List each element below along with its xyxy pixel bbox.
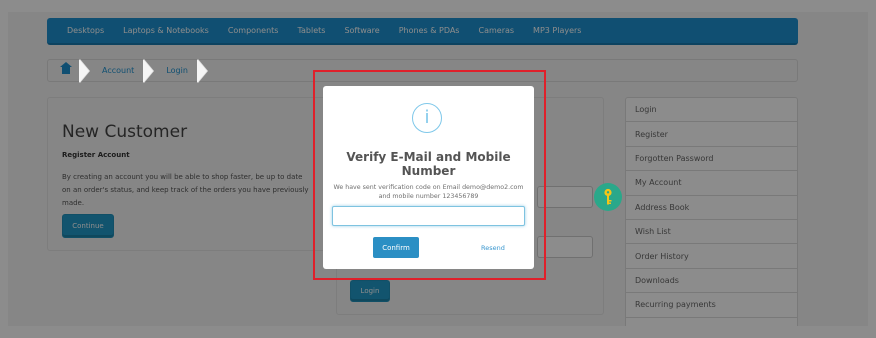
key-badge[interactable]	[594, 183, 622, 211]
highlight-box	[313, 70, 546, 280]
key-icon	[604, 188, 612, 205]
